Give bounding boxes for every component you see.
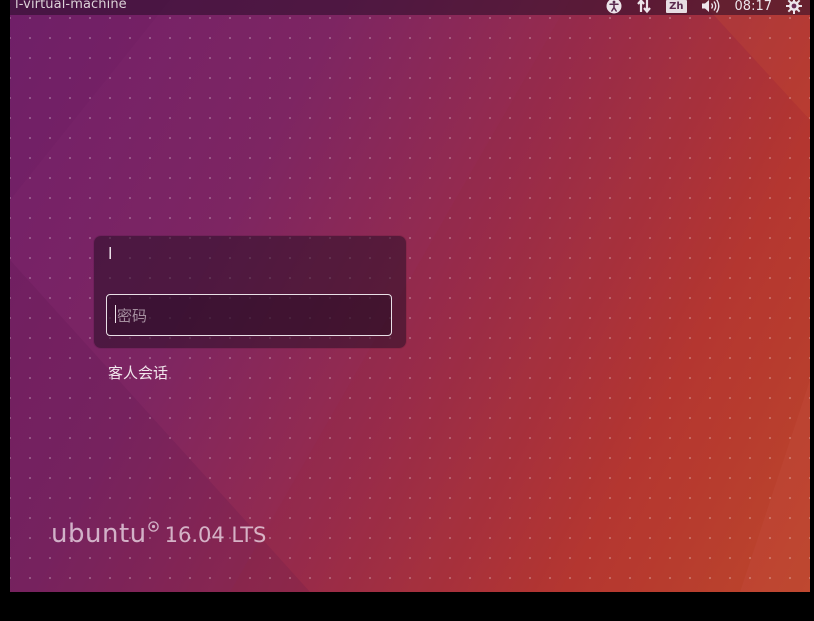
network-icon[interactable]: [636, 0, 652, 14]
ubuntu-wordmark: ubuntu: [51, 519, 147, 549]
guest-session-link[interactable]: 客人会话: [108, 362, 168, 383]
login-panel: l 密码: [94, 236, 406, 348]
hostname-label: l-virtual-machine: [15, 0, 127, 12]
top-panel: l-virtual-machine Zh 08:17: [10, 0, 810, 15]
ubuntu-branding: ubuntu 16.04 LTS: [51, 519, 266, 549]
accessibility-icon[interactable]: [606, 0, 622, 14]
text-cursor: [115, 304, 116, 323]
volume-icon[interactable]: [701, 0, 721, 14]
username-label[interactable]: l: [108, 244, 112, 263]
password-field[interactable]: 密码: [106, 294, 392, 336]
keyboard-layout-indicator[interactable]: Zh: [666, 0, 687, 13]
clock[interactable]: 08:17: [735, 0, 772, 13]
version-label: 16.04 LTS: [164, 523, 267, 547]
password-placeholder: 密码: [117, 306, 148, 325]
ubuntu-logo-icon: [147, 517, 159, 536]
indicator-area: Zh 08:17: [592, 0, 810, 15]
settings-gear-icon[interactable]: [786, 0, 802, 14]
